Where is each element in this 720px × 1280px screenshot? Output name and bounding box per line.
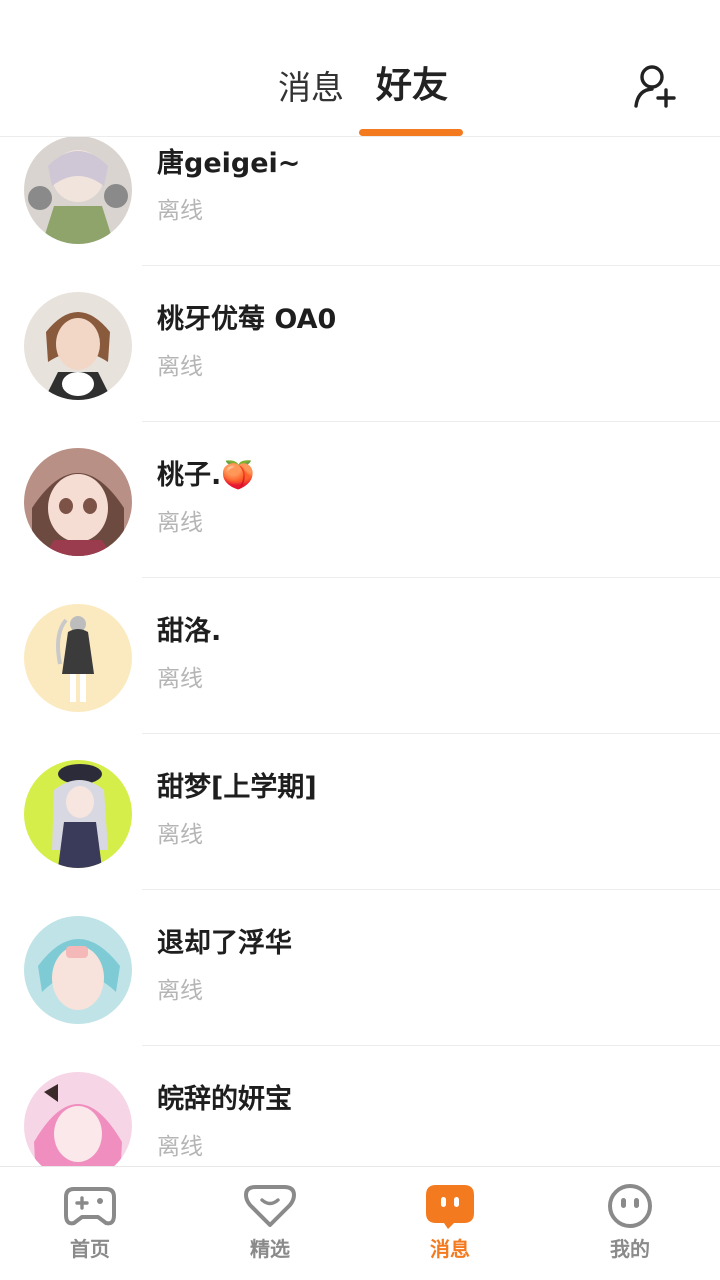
friend-row[interactable]: 皖辞的妍宝 离线 [0,1046,720,1166]
friend-row[interactable]: 甜梦[上学期] 离线 [0,734,720,890]
friend-status: 离线 [157,978,203,1004]
avatar [24,604,132,712]
friend-name: 皖辞的妍宝 [157,1084,292,1115]
nav-messages[interactable]: 消息 [360,1167,540,1280]
friend-name: 桃牙优莓 OA0 [157,304,337,335]
chat-bubble-icon [426,1185,474,1229]
friend-status: 离线 [157,822,203,848]
friend-row[interactable]: 桃子.🍑 离线 [0,422,720,578]
nav-home[interactable]: 首页 [0,1167,180,1280]
friend-status: 离线 [157,198,203,224]
friend-name: 甜梦[上学期] [157,772,317,803]
active-tab-indicator [359,129,463,136]
top-tab-bar: 消息 好友 [0,0,720,137]
friend-status: 离线 [157,510,203,536]
gamepad-icon [64,1187,116,1226]
friend-name: 退却了浮华 [157,928,292,959]
face-icon [608,1184,652,1228]
friend-list[interactable]: 唐geigei~ 离线 桃牙优莓 OA0 离线 桃子.🍑 离线 甜洛. 离线 甜… [0,110,720,1166]
nav-label: 首页 [70,1237,110,1261]
avatar [24,136,132,244]
friend-status: 离线 [157,666,203,692]
nav-me[interactable]: 我的 [540,1167,720,1280]
add-user-icon [634,65,676,108]
heart-chat-icon [244,1185,296,1227]
friend-name: 唐geigei~ [157,148,301,179]
nav-label: 消息 [430,1237,470,1261]
friend-name: 桃子.🍑 [157,460,255,491]
avatar [24,292,132,400]
tab-messages[interactable]: 消息 [278,66,344,110]
avatar [24,1072,132,1166]
nav-label: 精选 [250,1237,290,1261]
add-friend-button[interactable] [632,62,680,110]
friend-row[interactable]: 甜洛. 离线 [0,578,720,734]
avatar [24,448,132,556]
app-screen: 唐geigei~ 离线 桃牙优莓 OA0 离线 桃子.🍑 离线 甜洛. 离线 甜… [0,0,720,1280]
tab-friends[interactable]: 好友 [376,64,448,108]
friend-status: 离线 [157,1134,203,1160]
nav-featured[interactable]: 精选 [180,1167,360,1280]
avatar [24,760,132,868]
friend-name: 甜洛. [157,616,222,647]
friend-status: 离线 [157,354,203,380]
friend-row[interactable]: 桃牙优莓 OA0 离线 [0,266,720,422]
friend-row[interactable]: 退却了浮华 离线 [0,890,720,1046]
bottom-nav: 首页 精选 消息 我的 [0,1166,720,1280]
nav-label: 我的 [610,1237,650,1261]
avatar [24,916,132,1024]
